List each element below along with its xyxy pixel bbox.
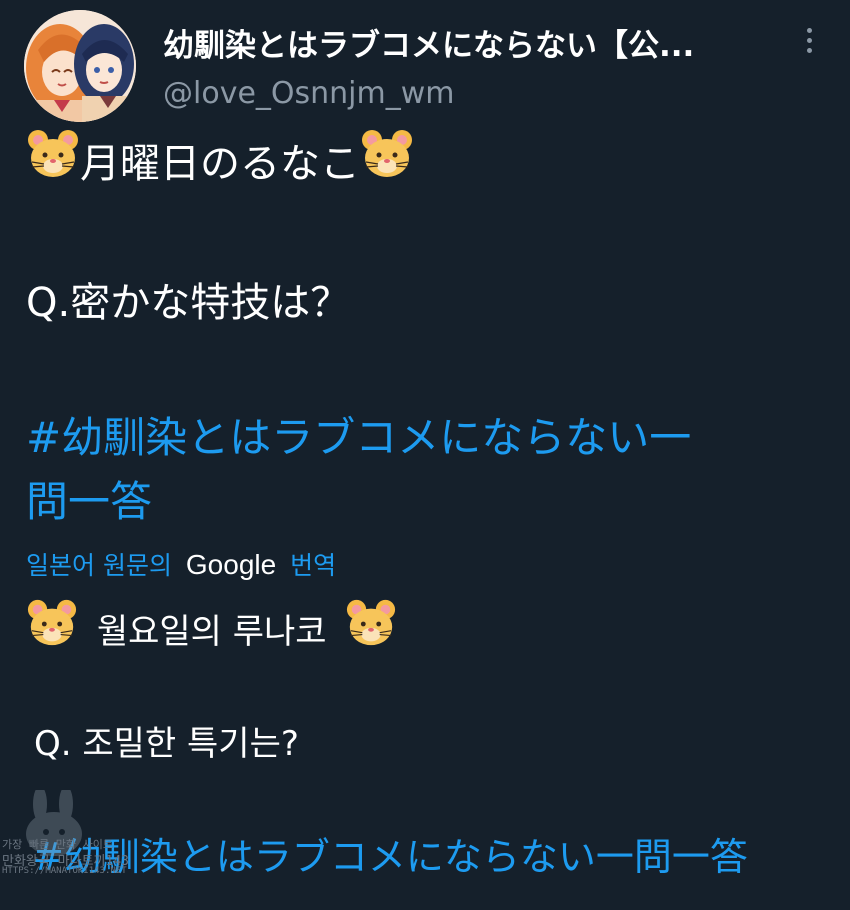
translated-question-text: Q. 조밀한 특기는? — [34, 724, 299, 764]
site-watermark: 가장 빠른 만화 사이트 만화왕국 마나토끼143 HTTPS://MANATO… — [0, 790, 129, 910]
tweet-title-text: 月曜日のるなこ — [80, 141, 360, 187]
translation-attribution[interactable]: 일본어 원문의 Google 번역 — [26, 546, 336, 582]
hamster-face-icon — [26, 598, 78, 659]
tweet-question-text: Q.密かな特技は？ — [26, 280, 351, 326]
hashtag-link-line2[interactable]: 問一答 — [26, 468, 152, 529]
hashtag-link-line1[interactable]: #幼馴染とはラブコメにならない一 — [26, 404, 691, 465]
translated-hashtag-link[interactable]: #幼馴染とはラブコメにならない一問一答 — [32, 826, 748, 881]
translated-title-text: 월요일의 루나코 — [96, 612, 327, 652]
display-name[interactable]: 幼馴染とはラブコメにならない【公... — [163, 20, 694, 65]
google-brand-label: Google — [185, 549, 277, 580]
translation-prefix: 일본어 원문의 — [26, 551, 172, 580]
tweet-line-title: 月曜日のるなこ — [26, 128, 414, 192]
profile-avatar[interactable] — [24, 10, 136, 122]
more-vertical-icon[interactable] — [800, 28, 818, 58]
hamster-face-icon — [360, 128, 414, 192]
translated-title-line: 월요일의 루나코 — [26, 598, 397, 659]
hamster-face-icon — [26, 128, 80, 192]
avatar-illustration — [24, 10, 136, 122]
user-handle[interactable]: @love_Osnnjm_wm — [163, 76, 455, 111]
watermark-line3: HTTPS://MANATOKI143.NET — [2, 866, 127, 876]
translation-suffix: 번역 — [290, 551, 337, 580]
tweet-header: 幼馴染とはラブコメにならない【公... @love_Osnnjm_wm — [0, 0, 850, 122]
hamster-face-icon — [345, 598, 397, 659]
